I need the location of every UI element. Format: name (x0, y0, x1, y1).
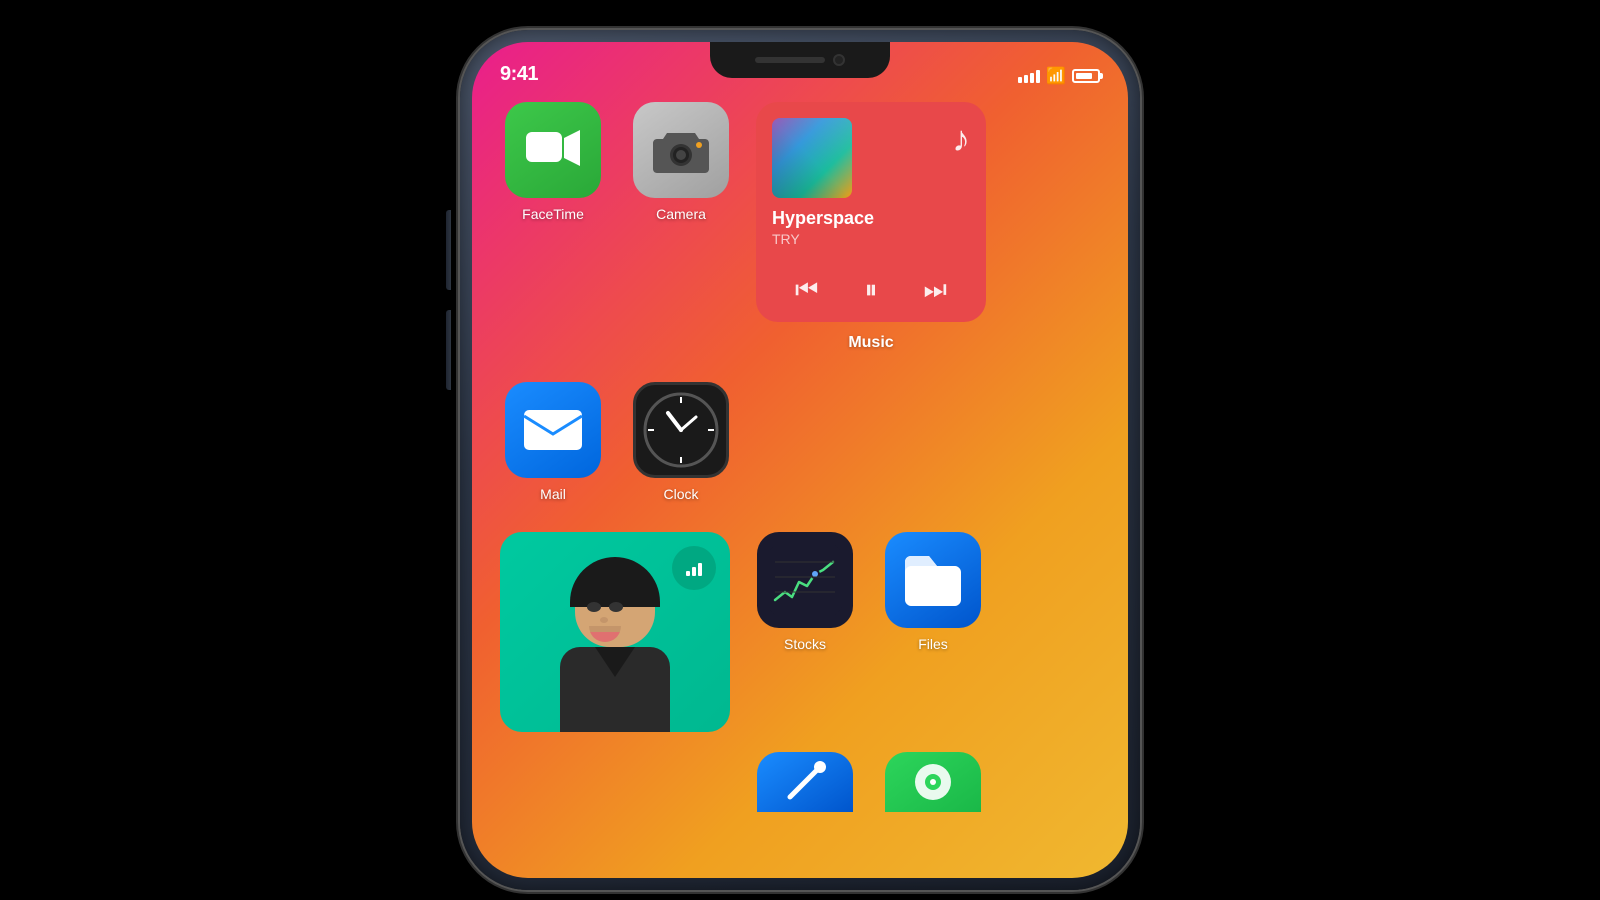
volume-up-button[interactable] (446, 210, 451, 290)
facetime-app[interactable]: FaceTime (500, 102, 606, 222)
instruments-app[interactable] (752, 752, 858, 812)
pause-button[interactable]: ⏸ (864, 274, 877, 306)
app-row-4 (500, 752, 1100, 812)
music-song-artist: TRY (772, 231, 970, 247)
music-top-row: ♪ (772, 118, 970, 198)
mail-icon (505, 382, 601, 478)
music-info: Hyperspace TRY (772, 204, 970, 260)
instruments-icon (757, 752, 853, 812)
signal-bar-2 (1024, 75, 1028, 83)
camera-label: Camera (656, 206, 706, 222)
app-grid: FaceTime Came (500, 102, 1100, 812)
fast-forward-button[interactable]: ⏭ (924, 274, 947, 306)
battery-fill (1076, 73, 1092, 79)
signal-bar-3 (1030, 73, 1034, 83)
mail-label: Mail (540, 486, 566, 502)
files-icon (885, 532, 981, 628)
status-time: 9:41 (500, 63, 538, 86)
stocks-label: Stocks (784, 636, 826, 652)
music-label: Music (848, 334, 893, 352)
app-row-3: Stocks Files (500, 532, 1100, 732)
album-art-overlay (772, 118, 852, 198)
rewind-button[interactable]: ⏮ (795, 274, 818, 306)
notch (710, 42, 890, 78)
files-app[interactable]: Files (880, 532, 986, 652)
facetime-label: FaceTime (522, 206, 584, 222)
front-camera (833, 54, 845, 66)
findmy-icon (885, 752, 981, 812)
album-art-inner (772, 118, 852, 198)
signal-bar-4 (1036, 70, 1040, 83)
phone-screen: 9:41 📶 (472, 42, 1128, 878)
phone-wrapper: 9:41 📶 (460, 30, 1140, 890)
camera-icon (633, 102, 729, 198)
music-controls: ⏮ ⏸ ⏭ (772, 274, 970, 306)
status-icons: 📶 (1018, 66, 1100, 86)
music-song-title: Hyperspace (772, 208, 970, 229)
facetime-icon (505, 102, 601, 198)
files-label: Files (918, 636, 948, 652)
battery-icon (1072, 69, 1100, 83)
clock-label: Clock (663, 486, 698, 502)
wifi-icon: 📶 (1046, 66, 1066, 86)
music-widget[interactable]: ♪ Hyperspace TRY ⏮ ⏸ ⏭ (756, 102, 986, 322)
speaker (755, 57, 825, 63)
album-art (772, 118, 852, 198)
stocks-icon (757, 532, 853, 628)
mail-app[interactable]: Mail (500, 382, 606, 502)
findmy-app[interactable] (880, 752, 986, 812)
app-row-1: FaceTime Came (500, 102, 1100, 352)
memoji-widget[interactable] (500, 532, 730, 732)
signal-icon (1018, 70, 1040, 83)
music-widget-wrapper: ♪ Hyperspace TRY ⏮ ⏸ ⏭ (756, 102, 986, 352)
stocks-app[interactable]: Stocks (752, 532, 858, 652)
memoji-icon (500, 532, 730, 732)
clock-icon (633, 382, 729, 478)
volume-down-button[interactable] (446, 310, 451, 390)
camera-app[interactable]: Camera (628, 102, 734, 222)
music-note-icon: ♪ (952, 118, 970, 160)
app-row-2: Mail (500, 382, 1100, 502)
clock-app[interactable]: Clock (628, 382, 734, 502)
signal-bar-1 (1018, 77, 1022, 83)
phone-frame: 9:41 📶 (460, 30, 1140, 890)
spacer (500, 752, 730, 812)
